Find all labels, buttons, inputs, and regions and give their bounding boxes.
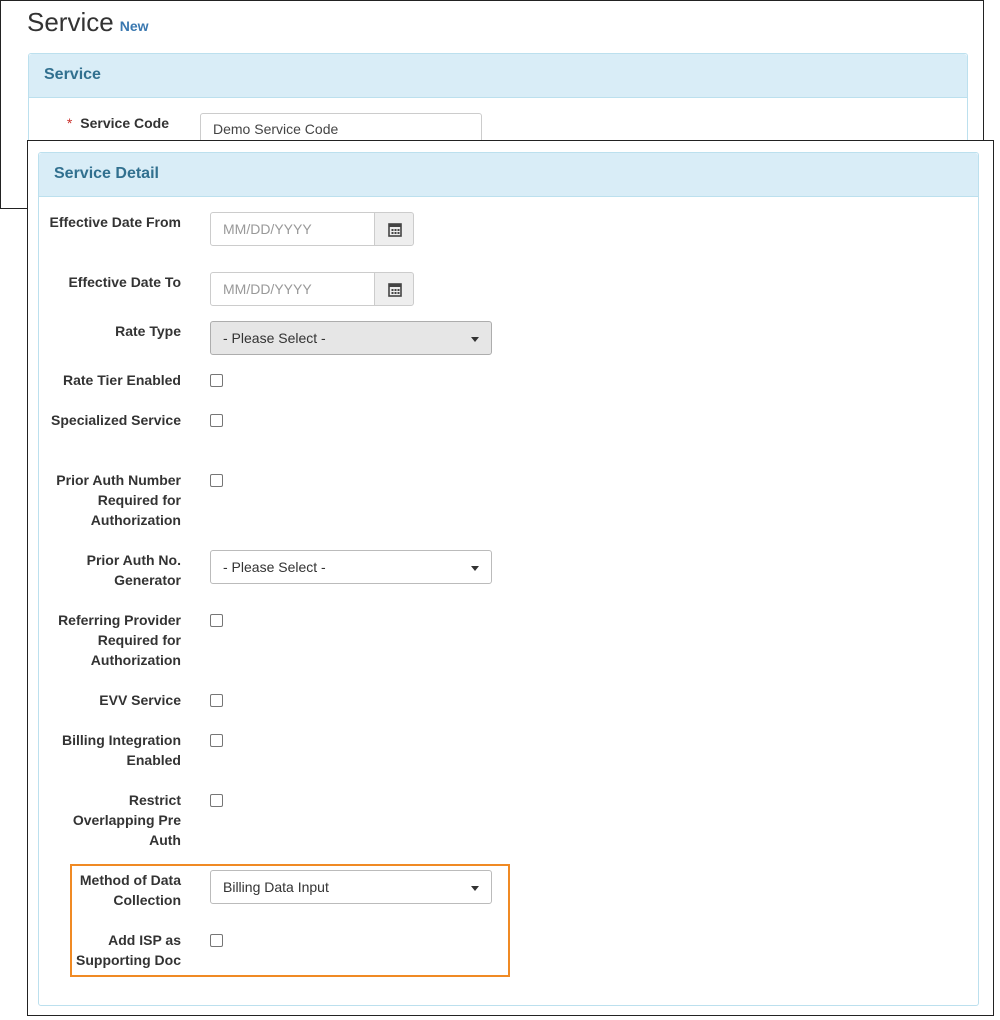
caret-down-icon (471, 566, 479, 571)
prior-auth-required-checkbox[interactable] (210, 474, 223, 487)
effective-date-to-group (210, 272, 414, 306)
required-marker: * (66, 115, 73, 131)
evv-service-label: EVV Service (99, 692, 181, 708)
method-data-collection-value: Billing Data Input (223, 879, 329, 895)
caret-down-icon (471, 886, 479, 891)
page-title: Service New (27, 7, 149, 38)
billing-integration-label: Billing Integration Enabled (62, 732, 181, 768)
effective-date-to-input[interactable] (210, 272, 375, 306)
rate-tier-enabled-label: Rate Tier Enabled (62, 372, 181, 388)
caret-down-icon (471, 337, 479, 342)
service-code-label-text: Service Code (80, 115, 169, 131)
specialized-service-label: Specialized Service (51, 412, 181, 428)
prior-auth-generator-select[interactable]: - Please Select - (210, 550, 492, 584)
billing-integration-checkbox[interactable] (210, 734, 223, 747)
specialized-service-checkbox[interactable] (210, 414, 223, 427)
add-isp-label: Add ISP as Supporting Doc (76, 932, 181, 968)
effective-date-from-calendar-button[interactable] (374, 212, 414, 246)
service-code-label: * Service Code (9, 113, 169, 133)
page-title-text: Service (27, 7, 114, 37)
effective-date-from-input[interactable] (210, 212, 375, 246)
service-panel-heading: Service (29, 54, 967, 98)
restrict-overlap-label: Restrict Overlapping Pre Auth (72, 792, 181, 848)
prior-auth-generator-value: - Please Select - (223, 559, 326, 575)
effective-date-from-group (210, 212, 414, 246)
effective-date-to-calendar-button[interactable] (374, 272, 414, 306)
rate-type-label: Rate Type (115, 323, 181, 339)
referring-provider-label: Referring Provider Required for Authoriz… (58, 612, 181, 668)
page-subtitle: New (119, 18, 149, 34)
service-detail-window: Service Detail Effective Date From Effec… (27, 140, 994, 1016)
restrict-overlap-checkbox[interactable] (210, 794, 223, 807)
calendar-icon (388, 223, 402, 237)
prior-auth-required-label: Prior Auth Number Required for Authoriza… (56, 472, 181, 528)
prior-auth-generator-label: Prior Auth No. Generator (86, 552, 181, 588)
calendar-icon (388, 283, 402, 297)
rate-tier-enabled-checkbox[interactable] (210, 374, 223, 387)
referring-provider-checkbox[interactable] (210, 614, 223, 627)
add-isp-checkbox[interactable] (210, 934, 223, 947)
service-detail-heading: Service Detail (39, 153, 978, 197)
effective-date-from-label: Effective Date From (49, 214, 181, 230)
rate-type-select[interactable]: - Please Select - (210, 321, 492, 355)
method-data-collection-label: Method of Data Collection (79, 872, 181, 908)
method-data-collection-select[interactable]: Billing Data Input (210, 870, 492, 904)
rate-type-value: - Please Select - (223, 330, 326, 346)
evv-service-checkbox[interactable] (210, 694, 223, 707)
effective-date-to-label: Effective Date To (68, 274, 181, 290)
